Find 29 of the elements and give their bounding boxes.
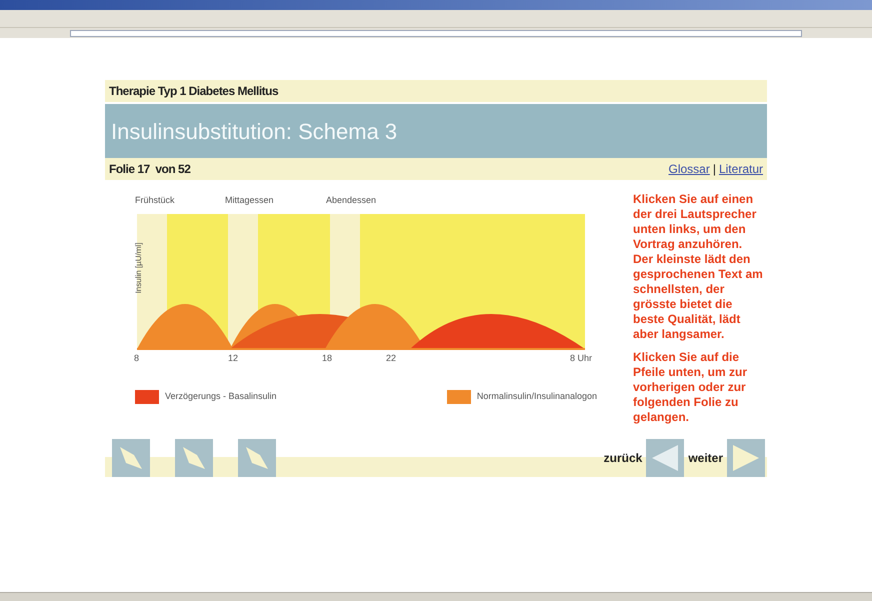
legend-label: Normalinsulin/Insulinanalogon	[476, 390, 597, 404]
instruction-text: Klicken Sie auf einen der drei Lautsprecher unten links, um den Vortrag anzuhören. Der kleinste lädt den gesprochenen Text am schnellsten, der grösste bietet die beste Qualität, lädt aber langsamer.	[633, 192, 763, 342]
link-separator: |	[712, 161, 716, 178]
legend-label: Verzögerungs - Basalinsulin	[165, 390, 277, 404]
x-tick-label: 8	[134, 352, 140, 365]
literature-link[interactable]: Literatur	[718, 160, 763, 178]
meal-label: Mittagessen	[225, 194, 274, 207]
x-tick-label: 12	[228, 352, 238, 365]
left-arrow-icon	[650, 443, 680, 473]
back-button[interactable]	[646, 439, 684, 477]
speaker-button[interactable]	[175, 439, 213, 477]
x-tick-label: 18	[322, 352, 332, 365]
speaker-button[interactable]	[238, 439, 276, 477]
slide-counter: Folie 17 von 52	[109, 161, 190, 178]
y-axis-label: Insulin [µU/ml]	[133, 242, 144, 294]
forward-label[interactable]: weiter	[688, 449, 723, 467]
course-title: Therapie Typ 1 Diabetes Mellitus	[109, 83, 278, 100]
glossary-link[interactable]: Glossar	[668, 160, 710, 178]
instruction-text: Klicken Sie auf die Pfeile unten, um zur vorherigen oder zur folgenden Folie zu gelangen.	[633, 350, 748, 425]
meal-label: Abendessen	[326, 194, 376, 207]
x-tick-label: 22	[386, 352, 396, 365]
right-arrow-icon	[731, 443, 761, 473]
forward-button[interactable]	[727, 439, 765, 477]
back-label[interactable]: zurück	[604, 449, 642, 467]
speaker-button[interactable]	[112, 439, 150, 477]
address-field[interactable]	[70, 30, 802, 36]
slide-title: Insulinsubstitution: Schema 3	[111, 118, 398, 146]
x-tick-label: 8 Uhr	[570, 352, 592, 365]
meal-label: Frühstück	[135, 194, 175, 207]
